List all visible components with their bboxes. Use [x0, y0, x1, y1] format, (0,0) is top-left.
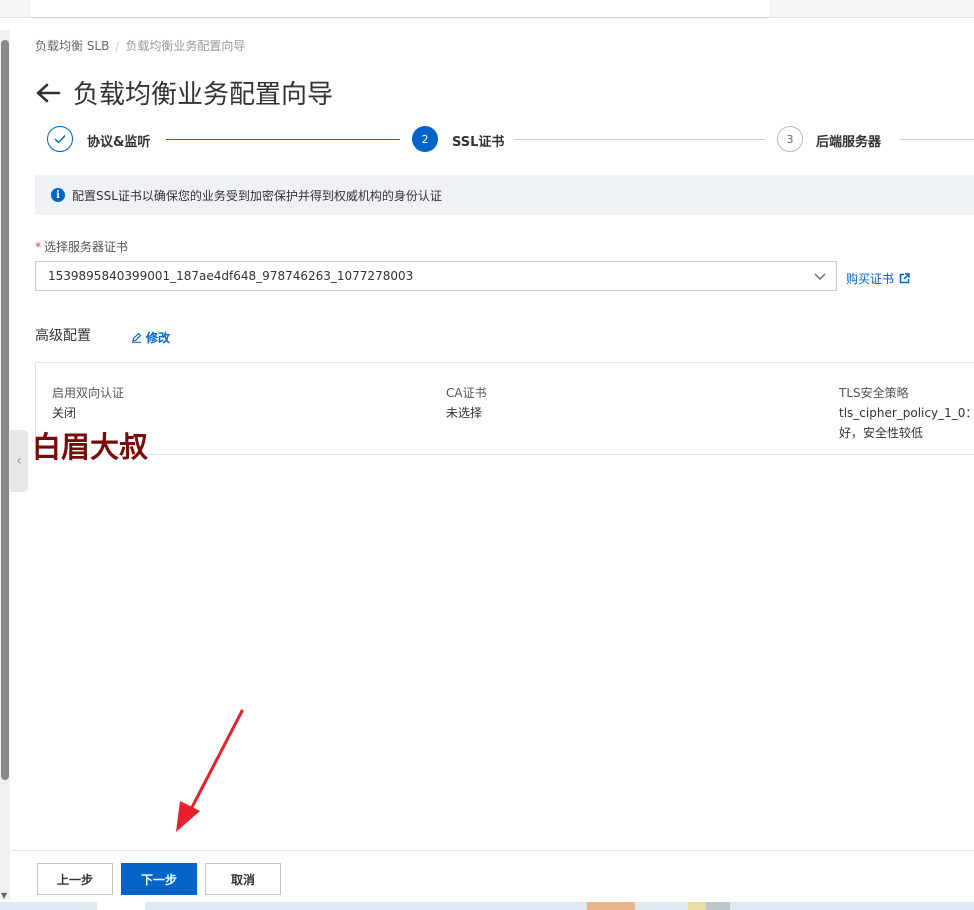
- edit-advanced-link[interactable]: 修改: [131, 329, 170, 346]
- breadcrumb-separator: /: [115, 39, 120, 53]
- step-1-check-icon: [47, 126, 73, 152]
- chevron-left-icon: ‹: [16, 453, 22, 469]
- mutual-auth-key: 启用双向认证: [52, 386, 125, 400]
- certificate-label-text: 选择服务器证书: [44, 240, 129, 254]
- left-scrollbar[interactable]: ▼: [0, 30, 10, 900]
- page-title: 负载均衡业务配置向导: [73, 80, 334, 110]
- edit-label: 修改: [146, 331, 171, 345]
- previous-step-button[interactable]: 上一步: [37, 863, 113, 895]
- tls-policy-value-line2: 好，安全性较低: [839, 426, 924, 440]
- external-link-icon: [899, 273, 910, 284]
- step-2-label: SSL证书: [452, 135, 505, 150]
- step-connector-3: [900, 139, 974, 140]
- advanced-config-title: 高级配置: [35, 328, 91, 344]
- breadcrumb: 负载均衡 SLB / 负载均衡业务配置向导: [35, 37, 245, 54]
- scroll-down-icon[interactable]: ▼: [1, 891, 7, 900]
- annotation-arrow-icon: [176, 709, 244, 832]
- buy-certificate-label: 购买证书: [846, 272, 895, 286]
- certificate-field-label: * 选择服务器证书: [35, 238, 128, 255]
- edit-pencil-icon: [132, 332, 142, 343]
- step-3-number: 3: [777, 126, 803, 152]
- tls-policy-item: TLS安全策略 tls_cipher_policy_1_0：支持 好，安全性较低: [839, 383, 974, 443]
- info-banner: i 配置SSL证书以确保您的业务受到加密保护并得到权威机构的身份认证: [35, 175, 974, 215]
- step-3-label: 后端服务器: [816, 135, 882, 150]
- ca-cert-key: CA证书: [446, 386, 487, 400]
- buy-certificate-link[interactable]: 购买证书: [846, 270, 910, 287]
- breadcrumb-root-link[interactable]: 负载均衡 SLB: [35, 39, 109, 53]
- info-text: 配置SSL证书以确保您的业务受到加密保护并得到权威机构的身份认证: [72, 188, 442, 203]
- wizard-steps: 协议&监听 2 SSL证书 3 后端服务器: [47, 126, 974, 156]
- browser-top-strip: [0, 0, 974, 18]
- advanced-config-panel: 启用双向认证 关闭 CA证书 未选择 TLS安全策略 tls_cipher_po…: [35, 362, 974, 455]
- step-connector-1: [166, 139, 400, 140]
- certificate-selected-value: 1539895840399001_187ae4df648_978746263_1…: [48, 269, 414, 283]
- back-arrow-icon[interactable]: [35, 80, 61, 106]
- chevron-down-icon: [812, 268, 828, 284]
- step-2-number: 2: [412, 126, 438, 152]
- bottom-taskbar-strip: [0, 902, 974, 910]
- breadcrumb-current: 负载均衡业务配置向导: [125, 39, 246, 53]
- required-mark: *: [35, 240, 41, 254]
- ca-cert-item: CA证书 未选择: [446, 383, 487, 423]
- certificate-select[interactable]: 1539895840399001_187ae4df648_978746263_1…: [35, 261, 837, 291]
- cancel-button[interactable]: 取消: [205, 863, 281, 895]
- mutual-auth-item: 启用双向认证 关闭: [52, 383, 124, 423]
- watermark-text: 白眉大叔: [32, 430, 149, 464]
- top-strip-panel: [30, 0, 770, 17]
- sidebar-collapse-toggle[interactable]: ‹: [10, 430, 28, 492]
- tls-policy-value: tls_cipher_policy_1_0：支持: [839, 406, 974, 420]
- step-connector-2: [514, 139, 765, 140]
- info-icon: i: [51, 188, 65, 202]
- step-1-label: 协议&监听: [87, 135, 151, 150]
- next-step-button[interactable]: 下一步: [121, 863, 197, 895]
- scrollbar-thumb[interactable]: [1, 40, 9, 780]
- ca-cert-value: 未选择: [446, 406, 483, 420]
- mutual-auth-value: 关闭: [52, 406, 77, 420]
- page-header: 负载均衡业务配置向导: [35, 74, 333, 111]
- wizard-footer: 上一步 下一步 取消: [12, 850, 974, 903]
- tls-policy-key: TLS安全策略: [839, 386, 909, 400]
